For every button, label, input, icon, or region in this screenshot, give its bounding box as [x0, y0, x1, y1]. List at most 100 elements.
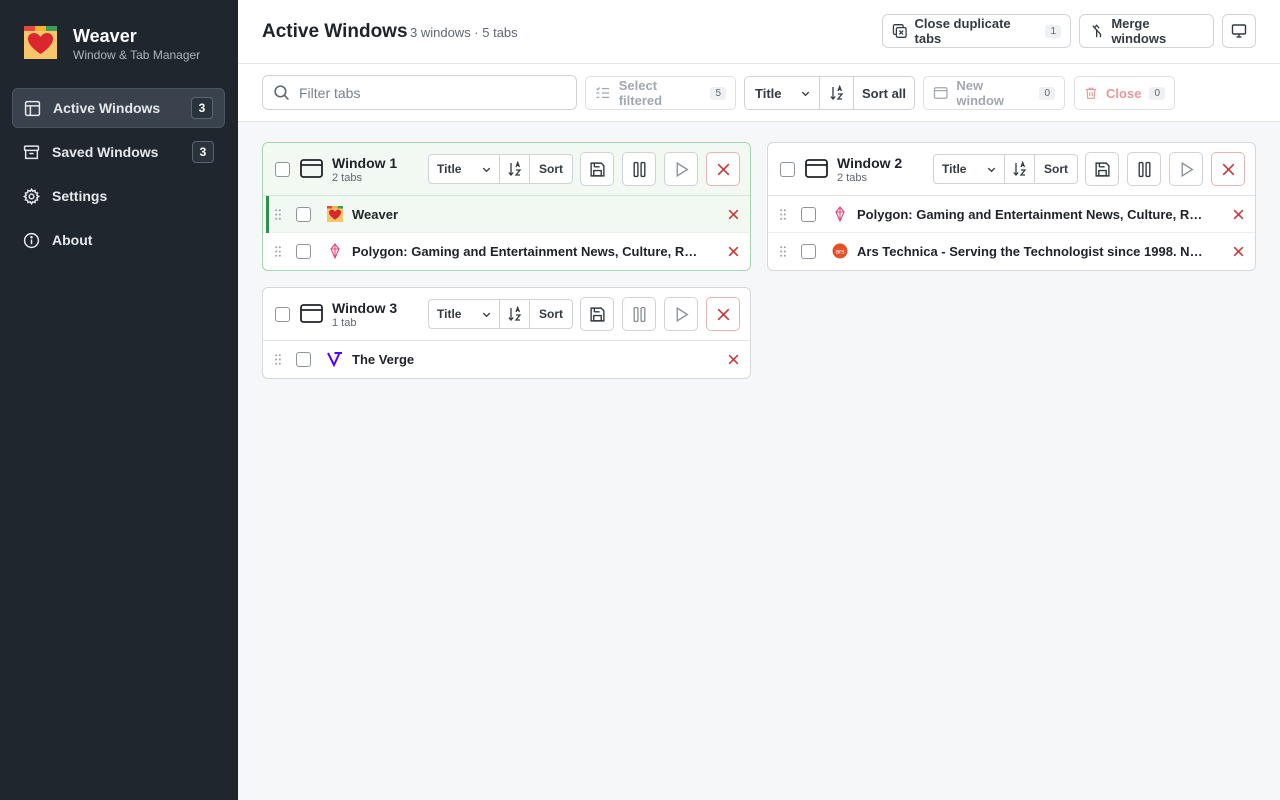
- drag-handle-icon[interactable]: [780, 209, 786, 220]
- sidebar: Weaver Window & Tab Manager Active Windo…: [0, 0, 238, 800]
- toolbar: Select filtered 5 Title Sort all New win…: [238, 64, 1280, 122]
- drag-handle-icon[interactable]: [275, 209, 281, 220]
- filtered-count-badge: 5: [710, 86, 726, 100]
- gear-icon: [23, 187, 40, 205]
- sidebar-item-saved-windows[interactable]: Saved Windows 3: [12, 132, 225, 172]
- tab-title: Ars Technica - Serving the Technologist …: [857, 244, 1205, 259]
- polygon-icon: [835, 206, 845, 222]
- window-select-checkbox[interactable]: [275, 307, 290, 322]
- close-tab-icon[interactable]: [727, 353, 740, 366]
- close-window-button[interactable]: [706, 297, 740, 331]
- sort-all-button[interactable]: Sort all: [854, 77, 914, 109]
- close-tab-icon[interactable]: [727, 245, 740, 258]
- close-tab-icon[interactable]: [1232, 208, 1245, 221]
- sidebar-badge: 3: [192, 141, 214, 163]
- columns-icon: [632, 161, 646, 177]
- close-window-button[interactable]: [1211, 152, 1245, 186]
- sidebar-badge: 3: [191, 97, 213, 119]
- save-window-button[interactable]: [1085, 152, 1119, 186]
- layout-icon: [24, 100, 41, 116]
- window-icon: [805, 159, 828, 178]
- tab-row[interactable]: Polygon: Gaming and Entertainment News, …: [768, 196, 1255, 233]
- close-icon: [1222, 163, 1234, 175]
- window-sort-direction-button[interactable]: [1005, 155, 1035, 183]
- close-duplicate-tabs-button[interactable]: Close duplicate tabs 1: [882, 14, 1071, 48]
- restore-window-button[interactable]: [664, 152, 698, 186]
- tab-select-checkbox[interactable]: [801, 244, 816, 259]
- window-header: Window 3 1 tab Title Sort: [263, 288, 750, 341]
- tab-select-checkbox[interactable]: [801, 207, 816, 222]
- window-tab-count: 1 tab: [332, 317, 357, 329]
- drag-handle-icon[interactable]: [275, 246, 281, 257]
- close-tab-icon[interactable]: [727, 208, 740, 221]
- suspend-window-button[interactable]: [1127, 152, 1161, 186]
- window-sort-control: Title Sort: [933, 154, 1078, 184]
- window-sort-button[interactable]: Sort: [1035, 155, 1077, 183]
- window-sort-button[interactable]: Sort: [530, 155, 572, 183]
- tab-title: The Verge: [352, 352, 415, 367]
- window-card-3: Window 3 1 tab Title Sort The Verge: [262, 287, 751, 379]
- window-sort-field-value: Title: [437, 162, 462, 176]
- sort-az-icon: [829, 85, 843, 100]
- drag-handle-icon[interactable]: [275, 354, 281, 365]
- tab-title: Polygon: Gaming and Entertainment News, …: [857, 207, 1205, 222]
- tab-row[interactable]: The Verge: [263, 341, 750, 378]
- close-icon: [717, 163, 729, 175]
- tab-select-checkbox[interactable]: [296, 352, 311, 367]
- window-sort-field-select[interactable]: Title: [429, 155, 500, 183]
- tab-row[interactable]: ars Ars Technica - Serving the Technolog…: [768, 233, 1255, 270]
- new-window-button[interactable]: New window 0: [923, 76, 1065, 110]
- save-window-button[interactable]: [580, 297, 614, 331]
- polygon-icon: [330, 243, 340, 259]
- window-select-checkbox[interactable]: [780, 162, 795, 177]
- merge-windows-button[interactable]: Merge windows: [1079, 14, 1214, 48]
- window-sort-direction-button[interactable]: [500, 300, 530, 328]
- window-icon: [300, 159, 323, 178]
- save-window-button[interactable]: [580, 152, 614, 186]
- sidebar-item-label: Saved Windows: [52, 144, 159, 160]
- window-sort-field-select[interactable]: Title: [429, 300, 500, 328]
- window-sort-field-value: Title: [942, 162, 967, 176]
- display-button[interactable]: [1222, 14, 1256, 48]
- close-tab-icon[interactable]: [1232, 245, 1245, 258]
- suspend-window-button[interactable]: [622, 152, 656, 186]
- sidebar-item-settings[interactable]: Settings: [12, 176, 225, 216]
- window-card-2: Window 2 2 tabs Title Sort Polygon: Gami…: [767, 142, 1256, 271]
- close-window-button[interactable]: [706, 152, 740, 186]
- tab-row[interactable]: Polygon: Gaming and Entertainment News, …: [263, 233, 750, 270]
- sort-direction-button[interactable]: [820, 77, 854, 109]
- window-name: Window 3: [332, 300, 398, 316]
- sidebar-item-about[interactable]: About: [12, 220, 225, 260]
- window-sort-button[interactable]: Sort: [530, 300, 572, 328]
- restore-window-button[interactable]: [664, 297, 698, 331]
- copy-x-icon: [892, 24, 907, 38]
- sidebar-nav: Active Windows 3 Saved Windows 3 Setting…: [12, 88, 225, 264]
- select-filtered-button[interactable]: Select filtered 5: [585, 76, 736, 110]
- sidebar-item-label: Active Windows: [53, 100, 161, 116]
- window-tab-count: 2 tabs: [837, 172, 867, 184]
- trash-icon: [1085, 87, 1097, 99]
- suspend-window-button[interactable]: [622, 297, 656, 331]
- filter-tabs-input[interactable]: [299, 84, 559, 101]
- window-header: Window 1 2 tabs Title Sort: [263, 143, 750, 196]
- window-sort-direction-button[interactable]: [500, 155, 530, 183]
- drag-handle-icon[interactable]: [780, 246, 786, 257]
- chevron-down-icon: [801, 91, 810, 96]
- window-name: Window 2: [837, 155, 903, 171]
- play-icon: [676, 306, 689, 322]
- window-select-checkbox[interactable]: [275, 162, 290, 177]
- sidebar-item-active-windows[interactable]: Active Windows 3: [12, 88, 225, 128]
- tab-row[interactable]: Weaver: [263, 196, 750, 233]
- tab-select-checkbox[interactable]: [296, 207, 311, 222]
- chevron-down-icon: [987, 167, 996, 172]
- tab-select-checkbox[interactable]: [296, 244, 311, 259]
- close-duplicate-tabs-label: Close duplicate tabs: [914, 16, 1011, 46]
- window-icon: [933, 87, 948, 99]
- sort-field-select[interactable]: Title: [745, 77, 820, 109]
- restore-window-button[interactable]: [1169, 152, 1203, 186]
- window-sort-field-select[interactable]: Title: [934, 155, 1005, 183]
- close-selected-button[interactable]: Close 0: [1074, 76, 1175, 110]
- window-header: Window 2 2 tabs Title Sort: [768, 143, 1255, 196]
- play-icon: [676, 161, 689, 177]
- verge-icon: [327, 352, 342, 367]
